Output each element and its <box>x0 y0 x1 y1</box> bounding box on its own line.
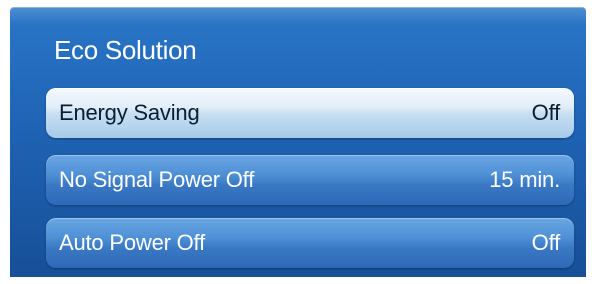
menu-item-label: Energy Saving <box>59 100 200 125</box>
menu-item-value: 15 min. <box>489 167 560 192</box>
menu-title: Eco Solution <box>54 35 197 65</box>
eco-solution-menu-panel: Eco Solution Energy Saving Off No Signal… <box>10 7 586 277</box>
menu-item-no-signal-power-off[interactable]: No Signal Power Off 15 min. <box>46 155 574 205</box>
menu-item-label: Auto Power Off <box>59 230 205 255</box>
menu-item-label: No Signal Power Off <box>59 167 255 192</box>
menu-item-energy-saving[interactable]: Energy Saving Off <box>46 88 574 138</box>
menu-item-value: Off <box>531 230 561 255</box>
menu-item-auto-power-off[interactable]: Auto Power Off Off <box>46 218 574 268</box>
menu-item-value: Off <box>531 100 561 125</box>
